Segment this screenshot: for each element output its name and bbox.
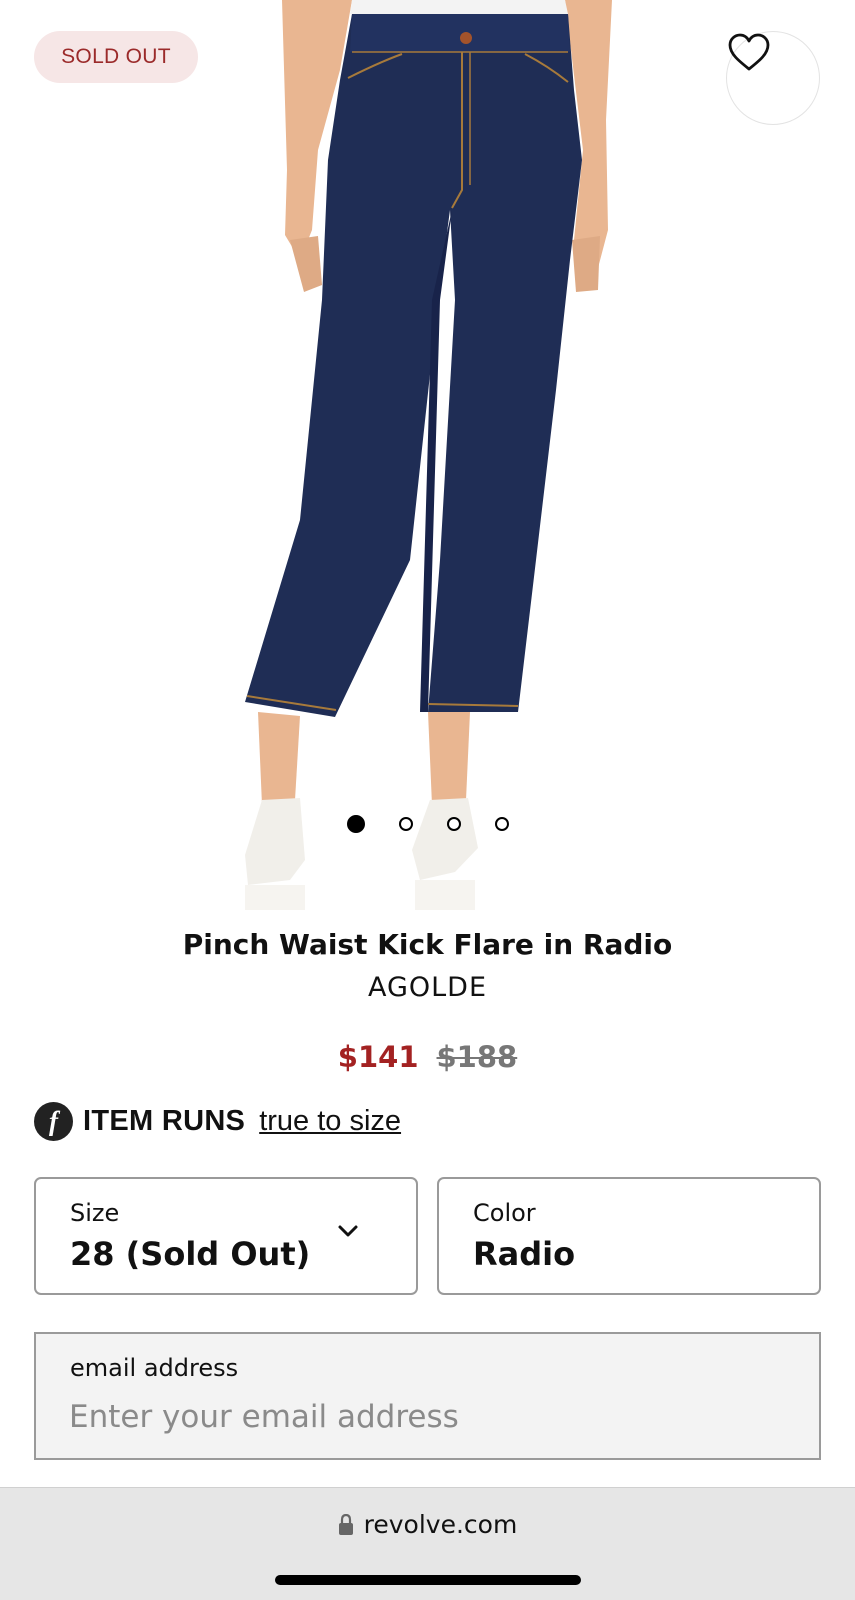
product-image-carousel[interactable]: SOLD OUT <box>0 0 855 910</box>
size-select[interactable]: Size 28 (Sold Out) <box>34 1177 418 1295</box>
browser-address-bar[interactable]: revolve.com <box>0 1487 855 1600</box>
home-indicator[interactable] <box>275 1575 581 1585</box>
color-select-value: Radio <box>473 1235 576 1273</box>
product-brand[interactable]: AGOLDE <box>0 972 855 1003</box>
original-price: $188 <box>436 1040 518 1074</box>
carousel-pagination <box>0 815 855 833</box>
carousel-dot-3[interactable] <box>446 817 461 831</box>
size-select-label: Size <box>70 1199 120 1227</box>
carousel-dot-2[interactable] <box>398 817 413 831</box>
carousel-dot-4[interactable] <box>494 817 509 831</box>
size-select-value: 28 (Sold Out) <box>70 1235 311 1273</box>
product-title: Pinch Waist Kick Flare in Radio <box>182 928 673 961</box>
product-page: SOLD OUT Pinch Waist Kick Flare in Radio… <box>0 0 855 1600</box>
product-photo <box>245 0 612 910</box>
carousel-dot-1[interactable] <box>346 815 365 833</box>
url-row[interactable]: revolve.com <box>0 1510 855 1539</box>
color-select[interactable]: Color Radio <box>437 1177 821 1295</box>
fit-value-link[interactable]: true to size <box>259 1105 401 1138</box>
email-field[interactable]: email address <box>34 1332 821 1460</box>
email-field-label: email address <box>70 1354 239 1382</box>
url-text: revolve.com <box>363 1510 518 1539</box>
sold-out-badge: SOLD OUT <box>34 31 198 83</box>
fit-predictor: f ITEM RUNS true to size <box>34 1102 401 1141</box>
favorite-button[interactable] <box>726 31 820 125</box>
chevron-down-icon <box>338 1225 358 1237</box>
color-select-label: Color <box>473 1199 536 1227</box>
fit-label: ITEM RUNS <box>83 1105 246 1137</box>
lock-icon <box>338 1513 353 1535</box>
fit-logo-icon: f <box>34 1102 73 1141</box>
price-row: $141 $188 <box>0 1040 855 1074</box>
heart-outline-icon <box>728 33 770 71</box>
sold-out-badge-label: SOLD OUT <box>61 45 171 68</box>
sale-price: $141 <box>337 1040 419 1074</box>
email-input[interactable] <box>69 1392 769 1442</box>
